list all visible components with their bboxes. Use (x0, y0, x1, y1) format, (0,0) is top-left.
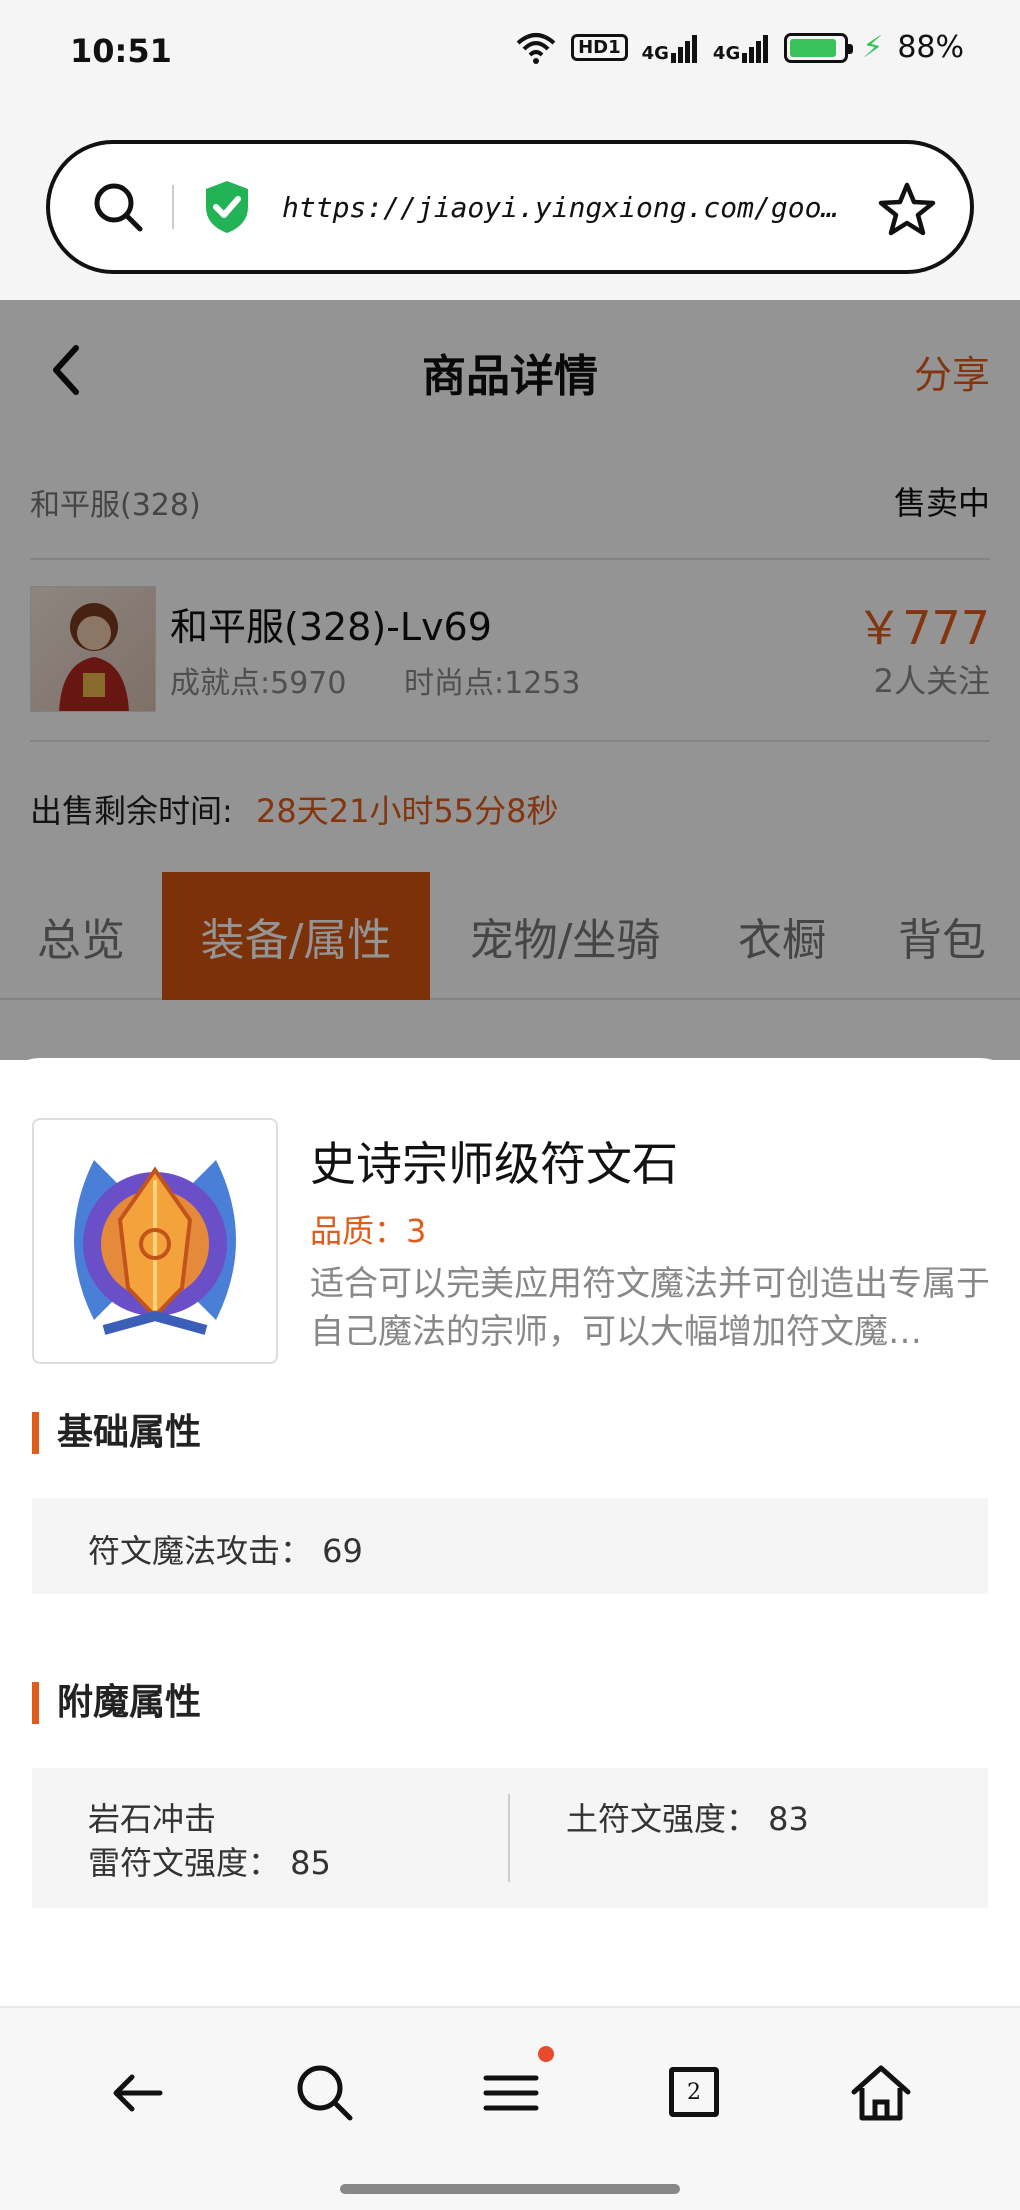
item-quality: 品质：3 (310, 1212, 427, 1250)
search-icon[interactable] (90, 179, 146, 235)
modal-overlay[interactable] (0, 300, 1020, 1060)
rune-stone-image (32, 1118, 278, 1364)
home-icon[interactable] (846, 2058, 916, 2128)
charging-bolt-icon: ⚡ (862, 30, 884, 65)
url-text[interactable]: https://jiaoyi.yingxiong.com/goods/43… (282, 191, 842, 224)
enchant-stat: 岩石冲击 (88, 1800, 217, 1838)
menu-icon[interactable] (476, 2058, 546, 2128)
tabs-button[interactable]: 2 (660, 2058, 730, 2128)
item-description: 适合可以完美应用符文魔法并可创造出专属于自己魔法的宗师，可以大幅增加符文魔… (310, 1264, 990, 1352)
battery-icon (784, 32, 854, 63)
address-divider (172, 185, 174, 229)
enchant-attributes-box: 岩石冲击 雷符文强度： 85 土符文强度： 83 (32, 1768, 988, 1908)
base-attributes-title: 基础属性 (32, 1412, 201, 1454)
item-detail-sheet: 史诗宗师级符文石 品质：3 适合可以完美应用符文魔法并可创造出专属于自己魔法的宗… (0, 1058, 1020, 2006)
address-bar[interactable]: https://jiaoyi.yingxiong.com/goods/43… (46, 140, 974, 274)
browser-toolbar: 2 (0, 2006, 1020, 2210)
network-type: 4G (641, 42, 669, 64)
tab-count: 2 (669, 2067, 719, 2117)
enchant-attributes-title: 附魔属性 (32, 1682, 201, 1724)
enchant-stat: 雷符文强度： 85 (88, 1844, 331, 1882)
signal-icon: 4G (642, 33, 699, 63)
network-type-2: 4G (712, 42, 741, 64)
back-arrow-icon[interactable] (104, 2058, 174, 2128)
secure-shield-icon[interactable] (202, 179, 252, 235)
gesture-home-indicator[interactable] (340, 2184, 680, 2194)
status-bar: 10:51 HD1 4G 4G ⚡ 88% (0, 0, 1020, 110)
battery-percent: 88% (897, 30, 964, 65)
enchant-stat: 土符文强度： 83 (566, 1800, 809, 1838)
item-name: 史诗宗师级符文石 (310, 1137, 678, 1191)
base-attributes-box: 符文魔法攻击： 69 (32, 1498, 988, 1594)
notification-dot (538, 2046, 554, 2062)
enchant-divider (508, 1794, 510, 1882)
base-stat: 符文魔法攻击： 69 (88, 1532, 363, 1570)
bookmark-star-icon[interactable] (878, 182, 936, 236)
signal-icon-2: 4G (713, 33, 770, 63)
clock: 10:51 (70, 32, 172, 70)
hd-badge: HD1 (571, 34, 628, 61)
status-icons: HD1 4G 4G ⚡ 88% (515, 30, 964, 65)
search-icon[interactable] (290, 2058, 360, 2128)
wifi-icon (516, 32, 556, 64)
